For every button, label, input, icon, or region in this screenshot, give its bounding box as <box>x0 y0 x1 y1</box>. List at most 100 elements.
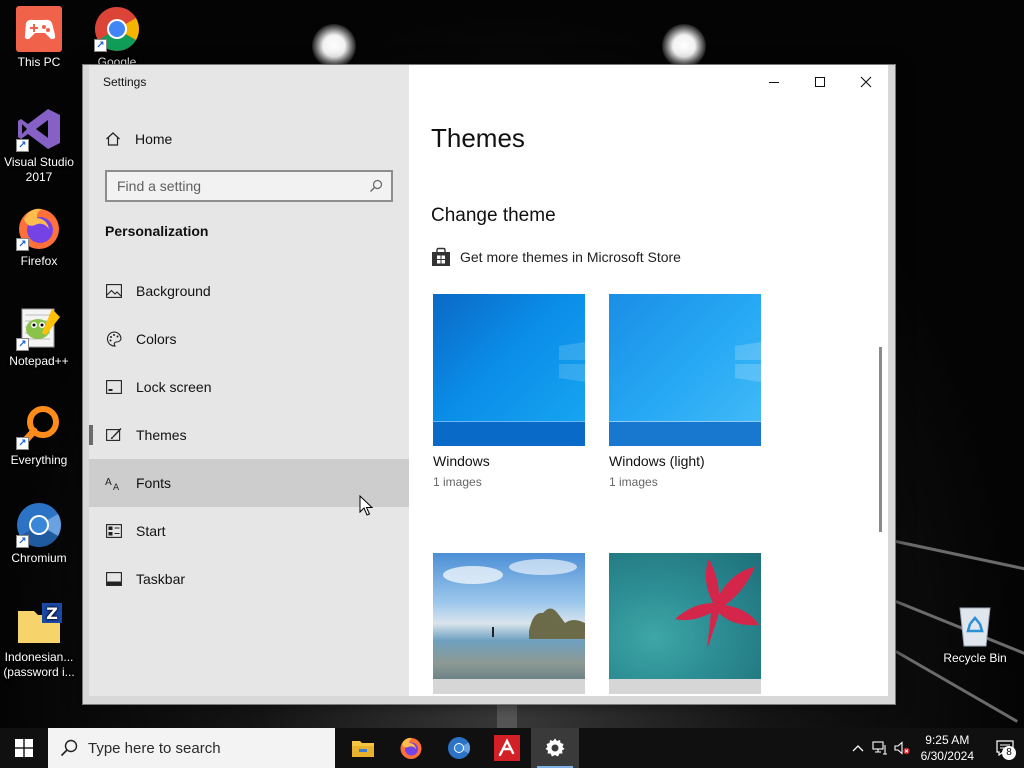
show-hidden-icons-button[interactable] <box>847 744 869 752</box>
system-tray: 9:25 AM 6/30/2024 8 <box>847 728 1024 768</box>
taskbar-app-file-explorer[interactable] <box>339 728 387 768</box>
settings-window[interactable]: Settings Home Personalization Background <box>82 64 896 705</box>
lock-screen-icon <box>105 378 123 396</box>
taskbar-search-input[interactable] <box>88 739 318 757</box>
start-button[interactable] <box>0 728 48 768</box>
desktop-icon-label: Firefox <box>20 254 58 268</box>
settings-sidebar: Settings Home Personalization Background <box>89 65 409 698</box>
maximize-button[interactable] <box>797 65 843 99</box>
sidebar-item-themes[interactable]: Themes <box>89 411 409 459</box>
window-title: Settings <box>103 75 147 89</box>
street-lamp <box>662 24 706 68</box>
find-setting-search-box[interactable] <box>105 170 393 202</box>
volume-button[interactable] <box>891 741 913 755</box>
home-label: Home <box>135 131 173 147</box>
desktop-icon-indonesian-archive[interactable]: Z Indonesian... (password i... <box>0 601 78 680</box>
shortcut-arrow-icon: ↗ <box>16 238 29 251</box>
mouse-cursor-icon <box>359 494 374 522</box>
home-icon <box>105 131 123 147</box>
taskbar-search-box[interactable] <box>48 728 335 768</box>
desktop-icon-label: Notepad++ <box>9 354 69 368</box>
store-link-label: Get more themes in Microsoft Store <box>460 249 681 265</box>
theme-name: Windows (light) <box>609 453 705 469</box>
theme-thumbnail <box>433 294 585 446</box>
network-button[interactable] <box>869 741 891 755</box>
desktop-icon-google-chrome[interactable]: ↗ Google Chrome <box>78 6 156 64</box>
content-scrollbar[interactable] <box>879 347 882 532</box>
taskbar-app-chromium[interactable] <box>435 728 483 768</box>
desktop-icon-label: Visual Studio 2017 <box>4 155 74 184</box>
theme-thumbnail <box>609 294 761 446</box>
sidebar-item-taskbar[interactable]: Taskbar <box>89 555 409 603</box>
sidebar-item-colors[interactable]: Colors <box>89 315 409 363</box>
microsoft-store-link[interactable]: Get more themes in Microsoft Store <box>431 247 681 267</box>
taskbar-icon <box>105 570 123 588</box>
network-icon <box>872 741 887 755</box>
find-setting-input[interactable] <box>117 178 357 194</box>
sidebar-item-label: Background <box>136 283 211 299</box>
selection-indicator <box>89 425 93 445</box>
theme-card-windows[interactable]: Windows 1 images <box>433 294 585 489</box>
maximize-icon <box>815 77 825 87</box>
start-icon <box>105 522 123 540</box>
action-center-button[interactable]: 8 <box>986 728 1024 768</box>
section-title-personalization: Personalization <box>105 223 209 239</box>
settings-icon <box>545 738 565 757</box>
theme-card-flower[interactable] <box>609 553 761 694</box>
fonts-icon: AA <box>105 474 123 492</box>
shortcut-arrow-icon: ↗ <box>16 338 29 351</box>
window-frame <box>888 65 895 704</box>
desktop-icon-label: Everything <box>10 453 68 467</box>
change-theme-heading: Change theme <box>431 205 556 226</box>
theme-image-count: 1 images <box>433 475 482 489</box>
desktop-icon-notepad-plus-plus[interactable]: ↗ Notepad++ <box>0 305 78 369</box>
desktop-icon-label: This PC <box>17 55 61 69</box>
home-link[interactable]: Home <box>105 127 172 151</box>
svg-text:A: A <box>105 477 112 488</box>
window-frame <box>83 696 895 704</box>
chromium-icon <box>448 737 470 759</box>
sidebar-item-label: Taskbar <box>136 571 186 587</box>
desktop-icon-recycle-bin[interactable]: Recycle Bin <box>936 602 1014 666</box>
file-explorer-icon <box>352 741 374 757</box>
firefox-icon: ↗ <box>16 205 62 251</box>
theme-thumbnail <box>433 553 585 694</box>
desktop-icon-label: Recycle Bin <box>943 651 1007 665</box>
minimize-button[interactable] <box>751 65 797 99</box>
notification-count-badge: 8 <box>1002 746 1016 760</box>
taskbar-clock[interactable]: 9:25 AM 6/30/2024 <box>921 732 974 764</box>
close-button[interactable] <box>843 65 889 99</box>
desktop-icon-everything[interactable]: ↗ Everything <box>0 404 78 468</box>
chrome-icon: ↗ <box>94 6 140 52</box>
desktop-icon-label: Chromium <box>11 551 67 565</box>
taskbar-app-firefox[interactable] <box>387 728 435 768</box>
desktop-icon-visual-studio[interactable]: ↗ Visual Studio 2017 <box>0 106 78 185</box>
search-icon[interactable] <box>369 179 383 196</box>
theme-card-windows-light[interactable]: Windows (light) 1 images <box>609 294 761 489</box>
taskbar-app-settings[interactable] <box>531 728 579 768</box>
theme-card-beach[interactable] <box>433 553 585 694</box>
shortcut-arrow-icon: ↗ <box>16 437 29 450</box>
search-icon <box>60 739 78 757</box>
settings-content: Themes Change theme Get more themes in M… <box>409 65 883 698</box>
sidebar-item-label: Fonts <box>136 475 172 491</box>
minimize-icon <box>769 82 779 83</box>
desktop-icon-firefox[interactable]: ↗ Firefox <box>0 205 78 269</box>
desktop-icon-chromium[interactable]: ↗ Chromium <box>0 502 78 566</box>
shortcut-arrow-icon: ↗ <box>16 139 29 152</box>
taskbar-app-avira[interactable] <box>483 728 531 768</box>
chromium-icon: ↗ <box>16 502 62 548</box>
desktop-icon-this-pc[interactable]: This PC <box>0 6 78 70</box>
visual-studio-icon: ↗ <box>16 106 62 152</box>
road-line <box>895 540 1024 573</box>
street-lamp <box>312 24 356 68</box>
clock-date: 6/30/2024 <box>920 749 974 763</box>
picture-icon <box>105 282 123 300</box>
avira-icon <box>494 735 520 761</box>
sidebar-item-background[interactable]: Background <box>89 267 409 315</box>
sidebar-item-lock-screen[interactable]: Lock screen <box>89 363 409 411</box>
shortcut-arrow-icon: ↗ <box>94 39 107 52</box>
palette-icon <box>105 330 123 348</box>
search-magnifier-icon: ↗ <box>16 404 62 450</box>
svg-text:A: A <box>113 483 120 491</box>
